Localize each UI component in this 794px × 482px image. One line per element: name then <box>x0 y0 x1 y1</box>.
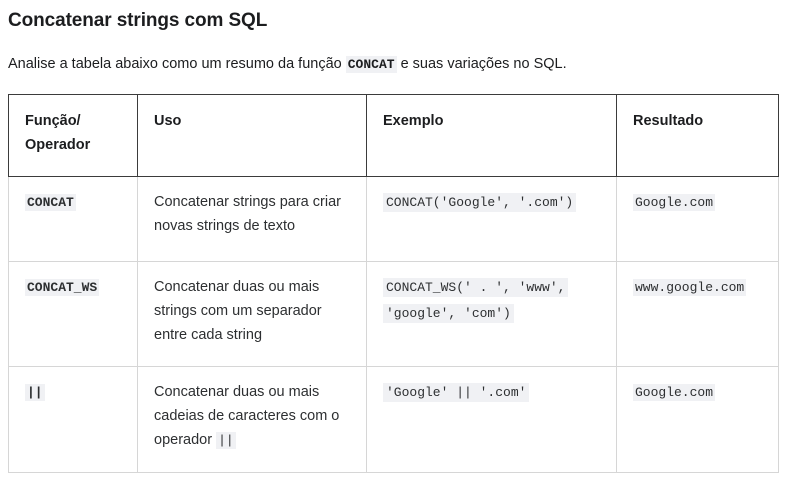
table-row: CONCAT Concatenar strings para criar nov… <box>8 176 779 262</box>
header-result: Resultado <box>616 94 779 177</box>
example-code: 'Google' || '.com' <box>383 383 530 402</box>
usage-text: Concatenar duas ou mais strings com um s… <box>154 279 322 343</box>
usage-inline-code: || <box>216 432 236 449</box>
example-code: CONCAT_WS(' . ', 'www', 'google', 'com') <box>383 278 569 323</box>
header-example: Exemplo <box>366 94 617 177</box>
header-usage: Uso <box>137 94 367 177</box>
page: Concatenar strings com SQL Analise a tab… <box>0 0 794 482</box>
cell-result: www.google.com <box>616 261 779 367</box>
cell-function: CONCAT <box>8 176 138 262</box>
page-title: Concatenar strings com SQL <box>8 10 268 31</box>
summary-table: Função/ Operador Uso Exemplo Resultado C… <box>8 94 779 473</box>
result-code: Google.com <box>633 384 716 401</box>
cell-usage: Concatenar duas ou mais cadeias de carac… <box>137 366 367 473</box>
cell-result: Google.com <box>616 366 779 473</box>
usage-text: Concatenar duas ou mais cadeias de carac… <box>154 384 340 448</box>
result-code: www.google.com <box>633 279 747 296</box>
intro-inline-code: CONCAT <box>345 56 397 73</box>
intro-text-after: e suas variações no SQL. <box>396 56 567 72</box>
cell-usage: Concatenar duas ou mais strings com um s… <box>137 261 367 367</box>
example-code: CONCAT('Google', '.com') <box>383 193 577 212</box>
table-row: CONCAT_WS Concatenar duas ou mais string… <box>8 261 779 367</box>
usage-text: Concatenar strings para criar novas stri… <box>154 194 341 234</box>
intro-paragraph: Analise a tabela abaixo como um resumo d… <box>8 56 567 73</box>
cell-function: CONCAT_WS <box>8 261 138 367</box>
header-function: Função/ Operador <box>8 94 138 177</box>
result-code: Google.com <box>633 194 716 211</box>
function-code: || <box>25 384 45 401</box>
cell-example: 'Google' || '.com' <box>366 366 617 473</box>
table-header-row: Função/ Operador Uso Exemplo Resultado <box>8 94 779 177</box>
table-row: || Concatenar duas ou mais cadeias de ca… <box>8 366 779 473</box>
cell-result: Google.com <box>616 176 779 262</box>
cell-function: || <box>8 366 138 473</box>
cell-example: CONCAT('Google', '.com') <box>366 176 617 262</box>
cell-usage: Concatenar strings para criar novas stri… <box>137 176 367 262</box>
function-code: CONCAT_WS <box>25 279 100 296</box>
cell-example: CONCAT_WS(' . ', 'www', 'google', 'com') <box>366 261 617 367</box>
intro-text-before: Analise a tabela abaixo como um resumo d… <box>8 56 346 72</box>
function-code: CONCAT <box>25 194 76 211</box>
